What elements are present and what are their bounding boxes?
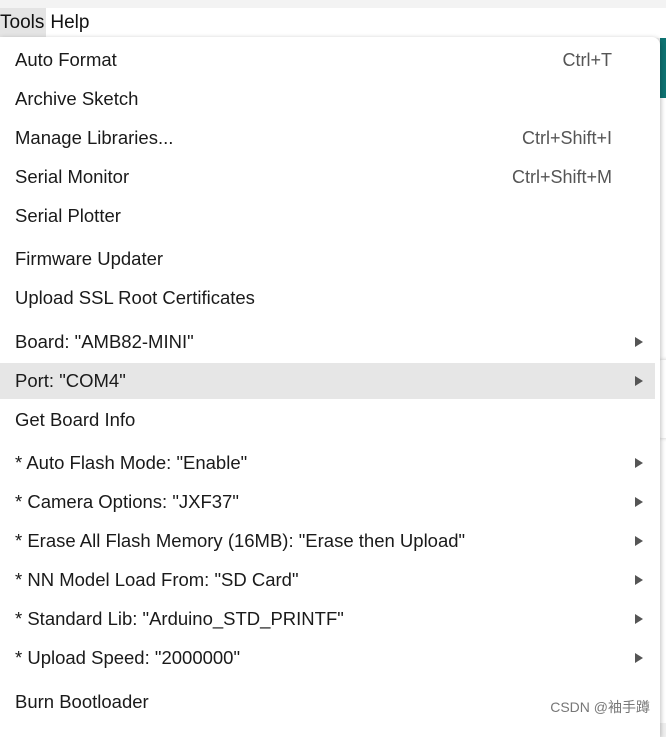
menu-item-label: Upload SSL Root Certificates — [15, 287, 255, 308]
menu-item-upload-ssl-root-certificates[interactable]: Upload SSL Root Certificates — [0, 280, 655, 316]
menu-item-serial-monitor[interactable]: Serial Monitor Ctrl+Shift+M — [0, 159, 655, 195]
menu-help[interactable]: Help — [46, 8, 93, 38]
menu-item-label: * Upload Speed: "2000000" — [15, 647, 241, 668]
menu-item-firmware-updater[interactable]: Firmware Updater — [0, 241, 655, 277]
submenu-arrow-icon — [635, 575, 643, 585]
menu-item-board-amb82-mini[interactable]: Board: "AMB82-MINI" — [0, 324, 655, 360]
menu-item-label: * Camera Options: "JXF37" — [15, 491, 239, 512]
submenu-arrow-icon — [635, 376, 643, 386]
menu-item-label: Archive Sketch — [15, 88, 139, 109]
shortcut-label: Ctrl+T — [562, 49, 613, 70]
menu-item-label: * Standard Lib: "Arduino_STD_PRINTF" — [15, 608, 344, 629]
menu-item-label: Serial Monitor — [15, 166, 130, 187]
submenu-arrow-icon — [635, 653, 643, 663]
submenu-arrow-icon — [635, 497, 643, 507]
menu-item-label: Auto Format — [15, 49, 117, 70]
menu-item-upload-speed-2000000[interactable]: * Upload Speed: "2000000" — [0, 640, 655, 676]
menu-item-standard-lib-arduino-std-printf[interactable]: * Standard Lib: "Arduino_STD_PRINTF" — [0, 601, 655, 637]
menu-item-manage-libraries[interactable]: Manage Libraries... Ctrl+Shift+I — [0, 120, 655, 156]
menu-item-label: Get Board Info — [15, 409, 136, 430]
shortcut-label: Ctrl+Shift+M — [511, 166, 612, 187]
menu-bar: Tools Help — [0, 8, 666, 38]
tools-dropdown-menu: Auto Format Ctrl+T Archive Sketch Manage Li… — [0, 37, 660, 737]
submenu-arrow-icon — [635, 536, 643, 546]
title-bar-strip — [0, 0, 666, 8]
menu-item-label: * Erase All Flash Memory (16MB): "Erase … — [15, 530, 466, 551]
menu-item-label: Board: "AMB82-MINI" — [15, 331, 194, 352]
toolbar-edge — [660, 38, 666, 98]
menu-item-auto-format[interactable]: Auto Format Ctrl+T — [0, 42, 655, 78]
submenu-arrow-icon — [635, 337, 643, 347]
menu-item-erase-all-flash-memory-16mb-erase-then-upload[interactable]: * Erase All Flash Memory (16MB): "Erase … — [0, 523, 655, 559]
menu-item-label: Manage Libraries... — [15, 127, 174, 148]
submenu-arrow-icon — [635, 614, 643, 624]
menu-item-camera-options-jxf37[interactable]: * Camera Options: "JXF37" — [0, 484, 655, 520]
menu-item-label: * Auto Flash Mode: "Enable" — [15, 452, 248, 473]
menu-tools[interactable]: Tools — [0, 8, 47, 38]
menu-item-auto-flash-mode-enable[interactable]: * Auto Flash Mode: "Enable" — [0, 445, 655, 481]
menu-item-label: Burn Bootloader — [15, 691, 149, 712]
watermark: CSDN @袖手蹲 — [550, 699, 650, 715]
submenu-arrow-icon — [635, 458, 643, 468]
menu-item-label: Firmware Updater — [15, 248, 164, 269]
menu-item-port-com4[interactable]: Port: "COM4" — [0, 363, 655, 399]
menu-item-nn-model-load-from-sd-card[interactable]: * NN Model Load From: "SD Card" — [0, 562, 655, 598]
menu-item-label: Port: "COM4" — [15, 370, 126, 391]
menu-item-serial-plotter[interactable]: Serial Plotter — [0, 198, 655, 234]
menu-item-archive-sketch[interactable]: Archive Sketch — [0, 81, 655, 117]
menu-item-label: Serial Plotter — [15, 205, 121, 226]
menu-item-get-board-info[interactable]: Get Board Info — [0, 402, 655, 438]
menu-item-label: * NN Model Load From: "SD Card" — [15, 569, 299, 590]
shortcut-label: Ctrl+Shift+I — [521, 127, 612, 148]
